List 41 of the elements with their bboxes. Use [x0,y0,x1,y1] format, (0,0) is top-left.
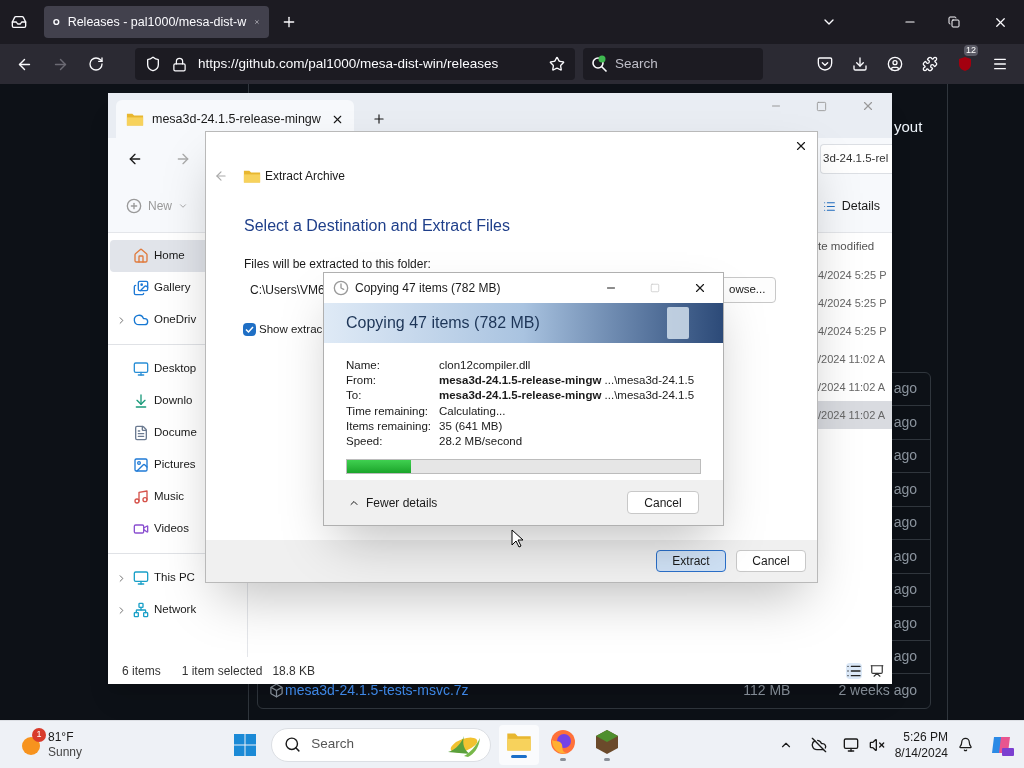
asset-age: ago [893,647,917,667]
asset-age: ago [893,580,917,600]
asset-age: ago [893,613,917,633]
weather-condition: Sunny [48,744,83,760]
asset-age: 2 weeks ago [838,681,917,701]
detail-label: Speed: [346,434,384,449]
detail-label: Items remaining: [346,418,432,434]
window-title: Copying 47 items (782 MB) [355,280,501,297]
dialog-heading: Select a Destination and Extract Files [244,216,511,236]
url-text: https://github.com/pal1000/mesa-dist-win/releases [198,54,500,73]
asset-age: ago [893,546,917,566]
search-placeholder: Search [615,54,658,73]
tab-title: Releases - pal1000/mesa-dist-w [67,13,247,31]
detail-label: To: [346,388,363,404]
detail-label: Time remaining: [346,403,430,419]
detail-value: mesa3d-24.1.5-release-mingw ...\mesa3d-24.1.5 [439,373,696,389]
folder-label: Files will be extracted to this folder: [244,256,432,273]
asset-age: ago [893,379,917,399]
tab-title: mesa3d-24.1.5-release-mingw [152,110,322,128]
detail-value: 35 (641 MB) [439,418,504,434]
asset-age: ago [893,446,917,466]
extension-badge: 12 [964,45,978,56]
detail-value: clon12compiler.dll [439,358,532,373]
selection-info: 1 item selected [181,662,263,680]
detail-label: Name: [346,358,381,373]
sidebar-heading: yout [894,117,923,137]
detail-value: Calculating... [439,403,507,419]
asset-age: ago [893,513,917,533]
notification-badge: 1 [32,727,46,742]
detail-value: mesa3d-24.1.5-release-mingw ...\mesa3d-24.1.5 [439,388,696,404]
destination-path: C:\Users\VM6 [250,282,325,299]
progress-banner: Copying 47 items (782 MB) [324,303,723,343]
detail-value: 28.2 MB/second [439,434,524,449]
asset-age: ago [893,412,917,432]
asset-size: 112 MB [743,681,791,701]
detail-label: From: [346,373,378,389]
temperature: 81°F [48,729,75,745]
dialog-title: Extract Archive [265,168,346,185]
selection-size: 18.8 KB [272,662,316,680]
item-count: 6 items [122,662,161,680]
asset-age: ago [893,479,917,499]
